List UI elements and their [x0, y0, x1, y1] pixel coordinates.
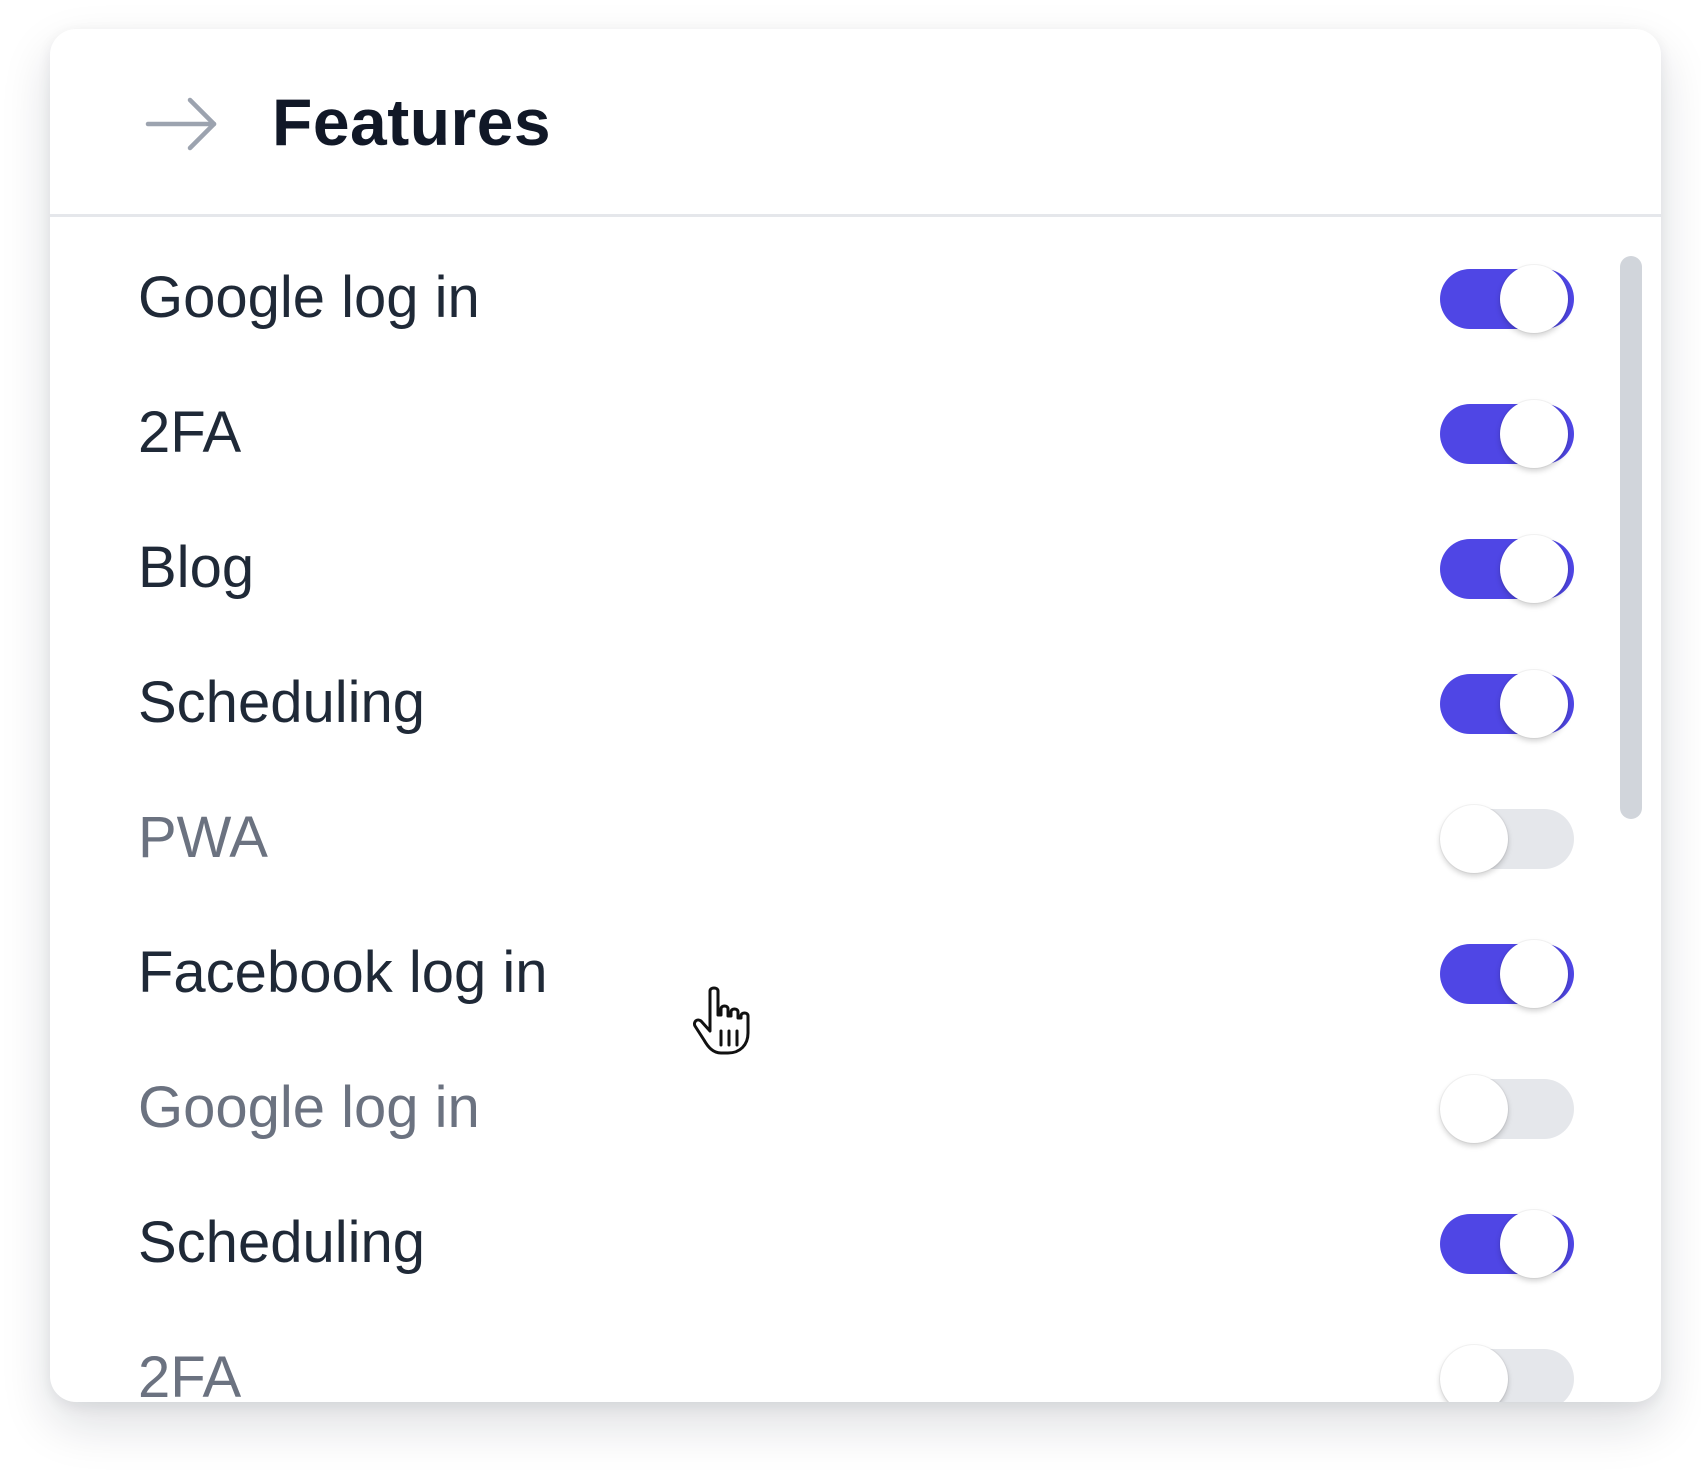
toggle-knob	[1440, 1345, 1508, 1402]
feature-label: 2FA	[138, 400, 242, 465]
feature-toggle[interactable]	[1440, 940, 1574, 1008]
feature-label: Facebook log in	[138, 940, 548, 1005]
feature-label: Google log in	[138, 1075, 480, 1140]
feature-row: Blog	[50, 500, 1661, 635]
feature-row: Scheduling	[50, 635, 1661, 770]
toggle-knob	[1500, 265, 1568, 333]
feature-label: Scheduling	[138, 670, 425, 735]
feature-toggle[interactable]	[1440, 1345, 1574, 1402]
panel-header: Features	[50, 29, 1661, 217]
page-title: Features	[272, 85, 552, 159]
feature-row: Facebook log in	[50, 905, 1661, 1040]
toggle-knob	[1440, 1075, 1508, 1143]
feature-label: Google log in	[138, 265, 480, 330]
toggle-knob	[1500, 535, 1568, 603]
feature-row: 2FA	[50, 1310, 1661, 1402]
feature-row: Scheduling	[50, 1175, 1661, 1310]
feature-row: Google log in	[50, 1040, 1661, 1175]
feature-toggle[interactable]	[1440, 1075, 1574, 1143]
feature-toggle[interactable]	[1440, 265, 1574, 333]
feature-toggle[interactable]	[1440, 400, 1574, 468]
features-panel: Features Google log in 2FA Blog Scheduli…	[50, 29, 1661, 1402]
toggle-knob	[1500, 1210, 1568, 1278]
feature-label: Blog	[138, 535, 255, 600]
toggle-knob	[1440, 805, 1508, 873]
feature-row: 2FA	[50, 365, 1661, 500]
feature-row: Google log in	[50, 230, 1661, 365]
feature-toggle[interactable]	[1440, 535, 1574, 603]
arrow-right-icon[interactable]	[142, 84, 222, 164]
toggle-knob	[1500, 940, 1568, 1008]
feature-list: Google log in 2FA Blog Scheduling PWA Fa…	[50, 217, 1661, 1402]
feature-label: 2FA	[138, 1345, 242, 1402]
feature-label: PWA	[138, 805, 268, 870]
feature-row: PWA	[50, 770, 1661, 905]
scrollbar-thumb[interactable]	[1620, 256, 1642, 819]
feature-toggle[interactable]	[1440, 805, 1574, 873]
toggle-knob	[1500, 670, 1568, 738]
feature-toggle[interactable]	[1440, 1210, 1574, 1278]
feature-toggle[interactable]	[1440, 670, 1574, 738]
toggle-knob	[1500, 400, 1568, 468]
feature-label: Scheduling	[138, 1210, 425, 1275]
